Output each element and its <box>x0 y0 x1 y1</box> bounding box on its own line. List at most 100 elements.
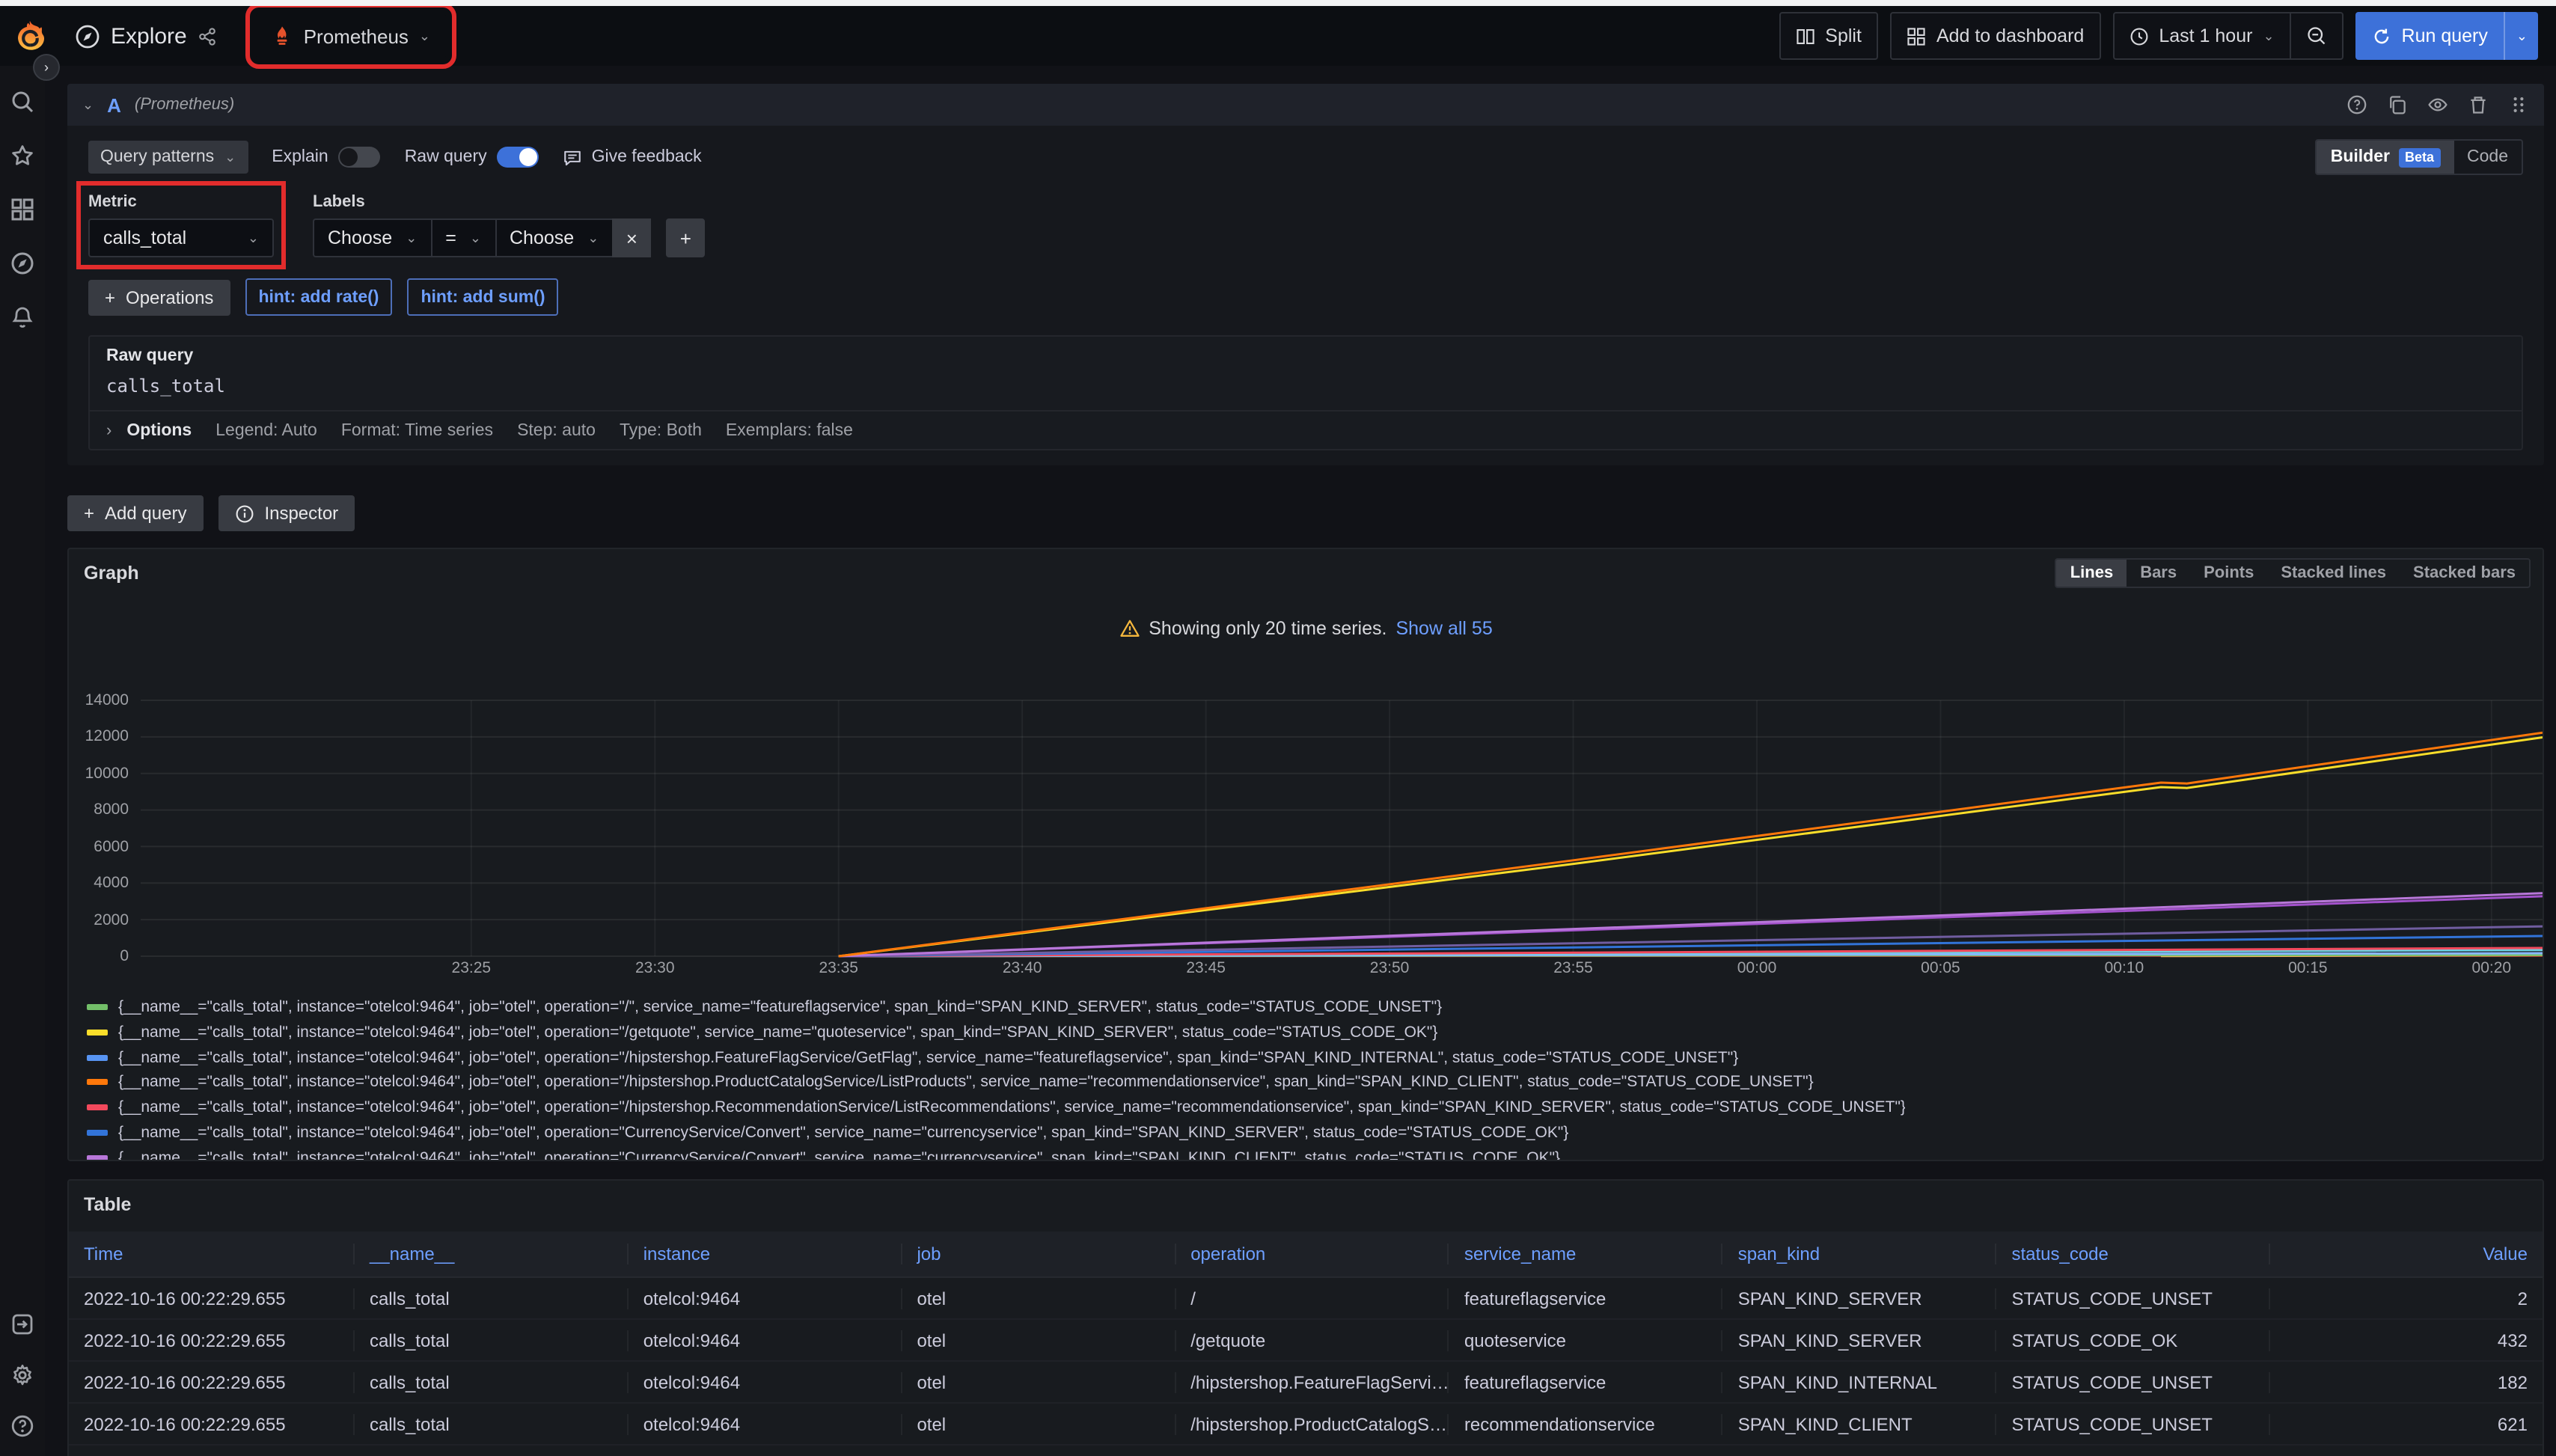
sidebar-expand-button[interactable]: › <box>33 54 60 81</box>
add-label-filter-button[interactable]: + <box>666 218 705 257</box>
x-axis-label: 00:10 <box>2088 959 2160 977</box>
raw-query-toggle[interactable] <box>498 147 539 168</box>
settings-gear-icon[interactable] <box>10 1363 34 1387</box>
datasource-name: Prometheus <box>304 25 409 47</box>
column-header-__name__[interactable]: __name__ <box>353 1244 627 1264</box>
compass-icon <box>75 23 100 49</box>
graph-mode-stacked-bars[interactable]: Stacked bars <box>2400 560 2529 587</box>
options-label: Options <box>126 421 192 439</box>
legend-item[interactable]: {__name__="calls_total", instance="otelc… <box>87 1098 2531 1116</box>
table-cell: recommendationservice <box>1448 1413 1722 1434</box>
options-row[interactable]: › Options Legend: Auto Format: Time seri… <box>90 410 2522 449</box>
builder-tab[interactable]: Builder Beta <box>2317 141 2453 174</box>
hint-add-rate-button[interactable]: hint: add rate() <box>245 278 392 316</box>
legend-item[interactable]: {__name__="calls_total", instance="otelc… <box>87 1048 2531 1066</box>
label-key-select[interactable]: Choose ⌄ <box>313 218 430 257</box>
column-header-service_name[interactable]: service_name <box>1448 1244 1722 1264</box>
query-patterns-button[interactable]: Query patterns ⌄ <box>88 141 248 174</box>
label-op-select[interactable]: = ⌄ <box>430 218 495 257</box>
column-header-operation[interactable]: operation <box>1174 1244 1448 1264</box>
plus-icon: + <box>680 227 691 249</box>
graph-mode-bars[interactable]: Bars <box>2127 560 2190 587</box>
legend-swatch <box>87 1030 108 1036</box>
close-icon: × <box>626 227 638 249</box>
legend-item[interactable]: {__name__="calls_total", instance="otelc… <box>87 998 2531 1016</box>
column-header-span_kind[interactable]: span_kind <box>1722 1244 1996 1264</box>
table-cell: SPAN_KIND_SERVER <box>1722 1288 1996 1309</box>
time-picker-group: Last 1 hour ⌄ <box>2112 12 2343 60</box>
run-query-dropdown[interactable]: ⌄ <box>2504 12 2538 60</box>
table-cell: 2022-10-16 00:22:29.655 <box>69 1330 353 1351</box>
label-value-select[interactable]: Choose ⌄ <box>495 218 612 257</box>
drag-handle-icon[interactable] <box>2508 94 2529 115</box>
split-button[interactable]: Split <box>1779 12 1878 60</box>
table-cell: 621 <box>2269 1413 2543 1434</box>
legend-item[interactable]: {__name__="calls_total", instance="otelc… <box>87 1149 2531 1160</box>
table-row: 2022-10-16 00:22:29.655calls_totalotelco… <box>69 1320 2543 1362</box>
graph-mode-points[interactable]: Points <box>2190 560 2267 587</box>
legend-swatch <box>87 1054 108 1060</box>
raw-query-title: Raw query <box>106 347 2505 365</box>
disable-query-eye-icon[interactable] <box>2427 94 2448 115</box>
star-icon[interactable] <box>10 144 34 168</box>
search-icon[interactable] <box>10 90 34 114</box>
dashboards-icon[interactable] <box>10 198 34 221</box>
y-axis-label: 8000 <box>84 801 129 819</box>
query-editor-body: Query patterns ⌄ Explain Raw query <box>67 126 2544 465</box>
code-tab[interactable]: Code <box>2453 141 2522 174</box>
column-header-instance[interactable]: instance <box>627 1244 901 1264</box>
table-cell: calls_total <box>353 1330 627 1351</box>
duplicate-query-icon[interactable] <box>2387 94 2408 115</box>
warning-icon <box>1119 618 1140 639</box>
grafana-explore-page: Explore Prometheus ⌄ S <box>0 0 2556 1456</box>
give-feedback-label: Give feedback <box>592 148 702 166</box>
graph-panel-title: Graph <box>84 563 139 584</box>
table-cell: otel <box>900 1288 1174 1309</box>
column-header-job[interactable]: job <box>900 1244 1174 1264</box>
query-help-icon[interactable] <box>2346 94 2367 115</box>
time-series-plot[interactable]: 0200040006000800010000120001400023:2523:… <box>84 681 2531 988</box>
legend-label: {__name__="calls_total", instance="otelc… <box>118 1098 1906 1116</box>
table-cell: otelcol:9464 <box>627 1288 901 1309</box>
show-all-series-link[interactable]: Show all 55 <box>1395 618 1492 639</box>
plot-canvas[interactable] <box>141 697 2544 961</box>
legend-swatch <box>87 1004 108 1010</box>
column-header-value[interactable]: Value <box>2269 1244 2543 1264</box>
column-header-time[interactable]: Time <box>69 1244 353 1264</box>
graph-mode-lines[interactable]: Lines <box>2057 560 2127 587</box>
datasource-picker[interactable]: Prometheus ⌄ <box>256 13 445 58</box>
run-query-button[interactable]: Run query ⌄ <box>2355 12 2538 60</box>
explain-toggle[interactable] <box>339 147 381 168</box>
sign-in-icon[interactable] <box>10 1312 34 1336</box>
hint-sum-label: hint: add sum() <box>421 288 545 306</box>
graph-mode-stacked-lines[interactable]: Stacked lines <box>2267 560 2400 587</box>
column-header-status_code[interactable]: status_code <box>1995 1244 2269 1264</box>
x-axis-label: 00:00 <box>1721 959 1793 977</box>
inspector-button[interactable]: Inspector <box>218 495 355 531</box>
add-query-button[interactable]: + Add query <box>67 495 203 531</box>
remove-label-filter-button[interactable]: × <box>612 218 651 257</box>
grafana-logo[interactable] <box>12 18 48 54</box>
help-icon[interactable] <box>10 1414 34 1438</box>
legend-item[interactable]: {__name__="calls_total", instance="otelc… <box>87 1074 2531 1092</box>
collapse-icon[interactable]: ⌄ <box>82 98 94 111</box>
remove-query-trash-icon[interactable] <box>2468 94 2489 115</box>
add-to-dashboard-button[interactable]: Add to dashboard <box>1890 12 2100 60</box>
query-row-header[interactable]: ⌄ A (Prometheus) <box>67 84 2544 126</box>
legend-item[interactable]: {__name__="calls_total", instance="otelc… <box>87 1024 2531 1041</box>
give-feedback-link[interactable]: Give feedback <box>563 147 702 167</box>
beta-badge: Beta <box>2399 147 2440 167</box>
time-range-picker[interactable]: Last 1 hour ⌄ <box>2114 13 2289 58</box>
add-operation-button[interactable]: + Operations <box>88 279 230 315</box>
share-icon[interactable] <box>198 26 217 46</box>
legend-item[interactable]: {__name__="calls_total", instance="otelc… <box>87 1124 2531 1142</box>
run-query-main[interactable]: Run query <box>2355 12 2504 60</box>
zoom-out-button[interactable] <box>2290 13 2342 58</box>
table-row: 2022-10-16 00:22:29.655calls_totalotelco… <box>69 1362 2543 1404</box>
metric-select[interactable]: calls_total ⌄ <box>88 218 274 257</box>
alerting-bell-icon[interactable] <box>10 305 34 329</box>
explore-compass-icon[interactable] <box>10 251 34 275</box>
hint-add-sum-button[interactable]: hint: add sum() <box>407 278 558 316</box>
table-cell: calls_total <box>353 1413 627 1434</box>
table-cell: SPAN_KIND_CLIENT <box>1722 1413 1996 1434</box>
